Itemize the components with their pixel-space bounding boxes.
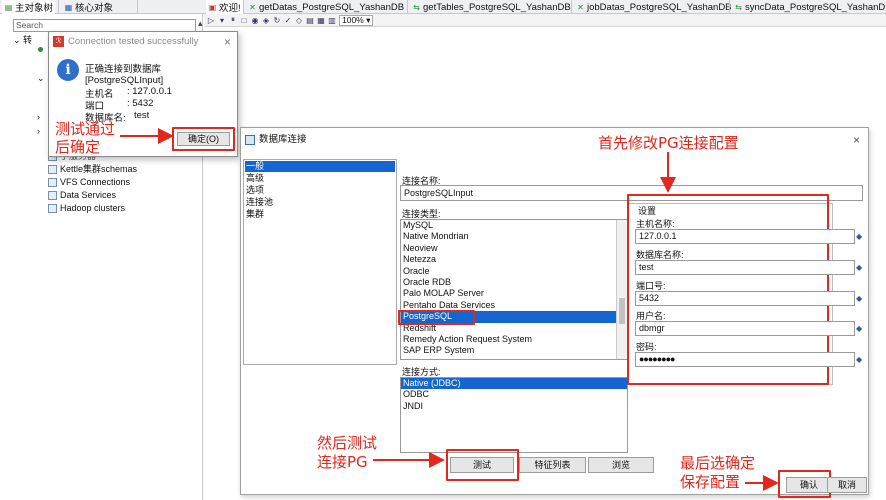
annotation-arrows [120, 128, 779, 491]
